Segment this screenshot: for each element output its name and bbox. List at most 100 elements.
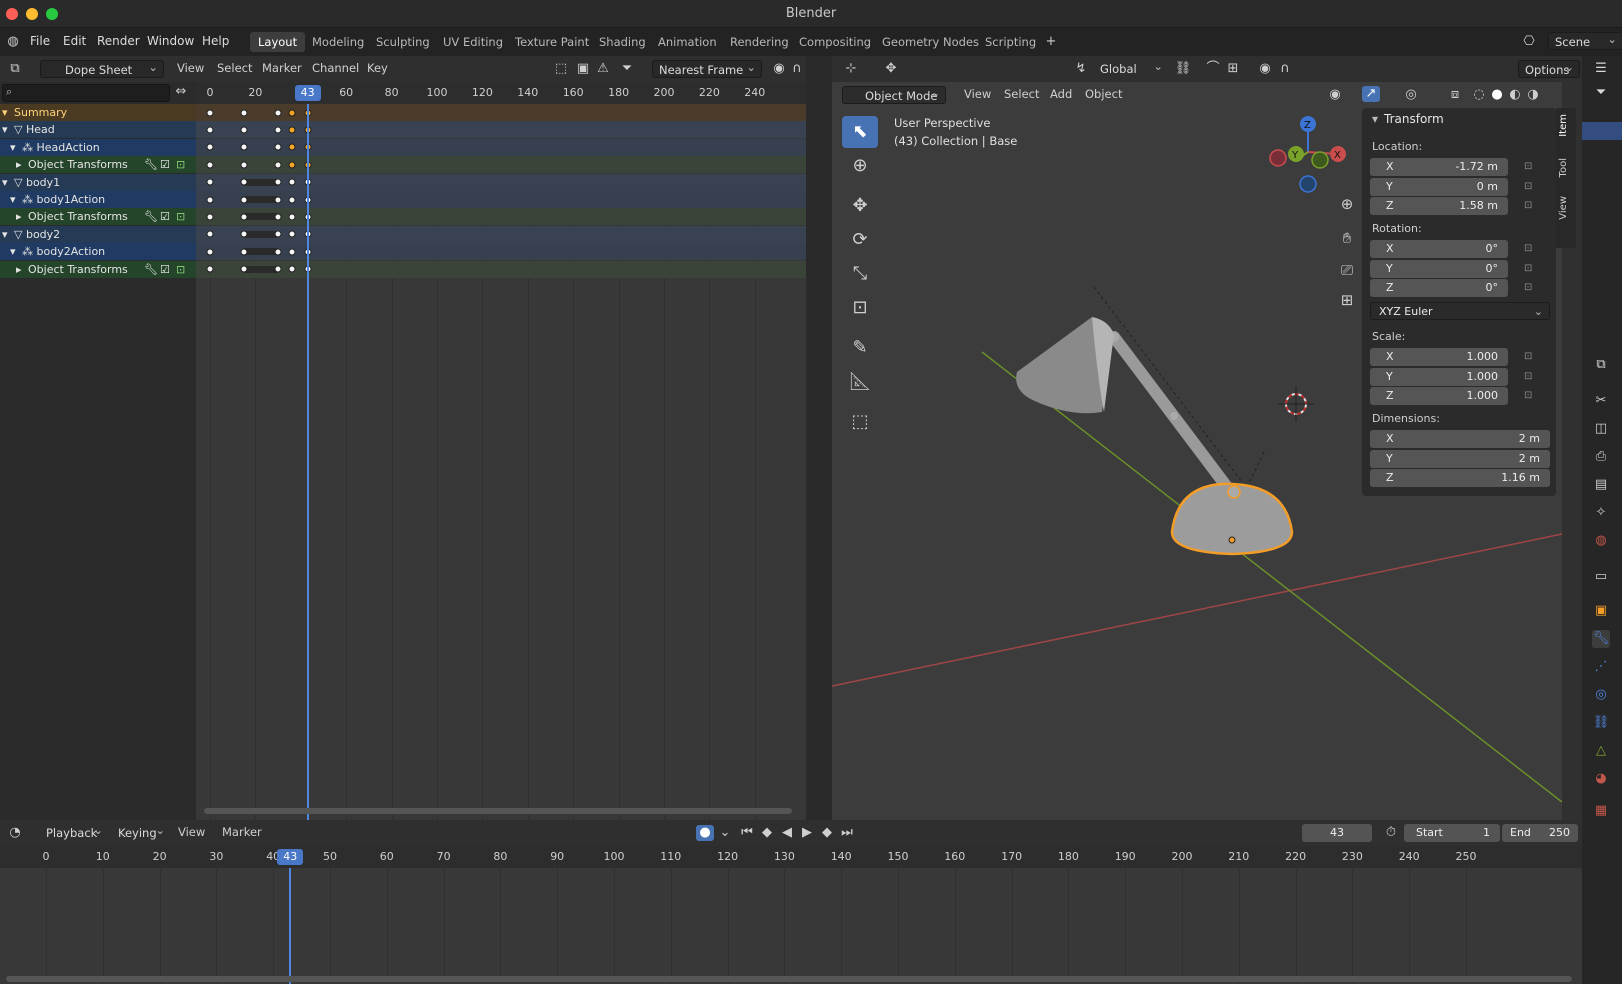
wrench-icon[interactable]: 🔧︎ xyxy=(144,261,158,278)
rotation-x-field[interactable]: X 0° xyxy=(1370,240,1508,258)
tab-layout[interactable]: Layout xyxy=(250,32,306,52)
keyframe[interactable] xyxy=(206,143,214,151)
solid-shading-icon[interactable]: ● xyxy=(1488,87,1506,103)
vp-menu-view[interactable]: View xyxy=(964,87,991,104)
current-frame-field[interactable]: 43 xyxy=(1302,824,1372,842)
tab-shading[interactable]: Shading xyxy=(591,32,654,52)
tab-view[interactable]: View xyxy=(1558,196,1574,220)
ds-menu-select[interactable]: Select xyxy=(217,61,252,78)
dopesheet-frame-ruler[interactable]: 0 20 60 80 100 120 140 160 180 200 220 240 xyxy=(196,82,806,104)
object-properties-icon[interactable]: ▣ xyxy=(1592,602,1610,620)
scale-y-field[interactable]: Y 1.000 xyxy=(1370,367,1508,386)
location-x-field[interactable]: X -1.72 m xyxy=(1370,158,1508,176)
keyframe[interactable] xyxy=(274,230,282,238)
lock-icon[interactable]: ⊡ xyxy=(1524,282,1538,294)
editor-type-icon[interactable]: ⊹ xyxy=(842,61,860,77)
material-icon[interactable]: ◕ xyxy=(1592,770,1610,788)
triangle-down-icon[interactable]: ▾ xyxy=(2,174,8,191)
keyframe[interactable] xyxy=(288,248,296,256)
keyframe[interactable] xyxy=(240,230,248,238)
play-icon[interactable]: ▶ xyxy=(798,825,816,841)
tab-animation[interactable]: Animation xyxy=(650,32,725,52)
outliner-icon[interactable]: ☰ xyxy=(1592,60,1610,78)
jump-start-icon[interactable]: ⏮ xyxy=(738,825,756,841)
vp-menu-add[interactable]: Add xyxy=(1050,87,1072,104)
timeline-frame-ruler[interactable]: 0 10 20 30 40 50 60 70 80 90 100 110 120 130 140 150 160… xyxy=(0,846,1582,868)
keyframe[interactable] xyxy=(206,126,214,134)
vp-menu-object[interactable]: Object xyxy=(1085,87,1122,104)
select-box-icon[interactable]: ⬚ xyxy=(552,61,570,77)
orientation-icon[interactable]: ↯ xyxy=(1072,61,1090,77)
wireframe-shading-icon[interactable]: ◌ xyxy=(1470,87,1488,103)
keyframe-row[interactable] xyxy=(196,121,806,139)
lock-icon[interactable]: ⊡ xyxy=(1524,351,1538,363)
render-properties-icon[interactable]: ◫ xyxy=(1592,420,1610,438)
lock-icon[interactable]: ⊡ xyxy=(1524,371,1538,383)
warning-icon[interactable]: ⚠ xyxy=(594,61,612,77)
keyframe[interactable] xyxy=(274,248,282,256)
view-layer-icon[interactable]: ▤ xyxy=(1592,476,1610,494)
dopesheet-keyframe-area[interactable]: 0 20 60 80 100 120 140 160 180 200 220 240 43 xyxy=(196,82,806,820)
timeline-horizontal-scrollbar[interactable] xyxy=(6,976,1572,982)
triangle-right-icon[interactable]: ▸ xyxy=(16,261,22,278)
tl-menu-marker[interactable]: Marker xyxy=(222,825,262,842)
scene-selector[interactable]: Scene xyxy=(1548,32,1622,50)
channel-group[interactable]: ▸ Object Transforms 🔧︎ ☑ ⊡ xyxy=(0,156,196,174)
vp-menu-select[interactable]: Select xyxy=(1004,87,1039,104)
menu-edit[interactable]: Edit xyxy=(63,34,86,48)
proportional-icon[interactable]: ◉ xyxy=(1256,61,1274,77)
playback-menu[interactable]: Playback xyxy=(40,823,108,842)
keyframe[interactable] xyxy=(240,126,248,134)
end-frame-field[interactable]: End 250 xyxy=(1502,824,1578,842)
keyframe[interactable] xyxy=(240,265,248,273)
scene-icon[interactable]: ⎔ xyxy=(1520,34,1538,50)
only-selected-icon[interactable]: ▣ xyxy=(574,61,592,77)
falloff-icon[interactable]: ∩ xyxy=(788,61,806,77)
tab-texture-paint[interactable]: Texture Paint xyxy=(507,32,597,52)
keyframe-row[interactable] xyxy=(196,156,806,174)
keyframe[interactable] xyxy=(288,213,296,221)
snap-target-icon[interactable]: ⊞ xyxy=(1224,61,1242,77)
rendered-shading-icon[interactable]: ◑ xyxy=(1524,87,1542,103)
dopesheet-current-frame[interactable]: 43 xyxy=(294,85,321,101)
triangle-right-icon[interactable]: ▸ xyxy=(16,156,22,173)
channel-object[interactable]: ▾ ▽ body1 xyxy=(0,173,196,191)
keyframe[interactable] xyxy=(206,109,214,116)
checkbox-icon[interactable]: ☑ xyxy=(160,156,170,173)
scale-z-field[interactable]: Z 1.000 xyxy=(1370,387,1508,405)
dimensions-y-field[interactable]: Y 2 m xyxy=(1370,449,1550,468)
rotation-mode-dropdown[interactable]: XYZ Euler ⌄ xyxy=(1370,302,1550,320)
next-keyframe-icon[interactable]: ◆ xyxy=(818,825,836,841)
dimensions-z-field[interactable]: Z 1.16 m xyxy=(1370,469,1550,487)
world-properties-icon[interactable]: ◍ xyxy=(1592,532,1610,550)
channel-group[interactable]: ▸ Object Transforms 🔧︎ ☑ ⊡ xyxy=(0,208,196,226)
editor-type-icon[interactable]: ◔ xyxy=(6,825,24,841)
menu-help[interactable]: Help xyxy=(202,34,229,48)
measure-tool-icon[interactable]: 📐︎ xyxy=(842,366,878,398)
blender-logo-icon[interactable]: ◍ xyxy=(4,34,22,50)
channel-action[interactable]: ▾ ⁂ HeadAction xyxy=(0,138,196,156)
keyframe-row[interactable] xyxy=(196,138,806,156)
scene-properties-icon[interactable]: ✧ xyxy=(1592,504,1610,522)
rotation-y-field[interactable]: Y 0° xyxy=(1370,259,1508,278)
triangle-down-icon[interactable]: ▾ xyxy=(10,191,16,208)
transform-tool-icon[interactable]: ⊡ xyxy=(842,292,878,324)
tool-properties-icon[interactable]: ✂ xyxy=(1592,392,1610,410)
keyframe[interactable] xyxy=(288,109,296,116)
tab-modeling[interactable]: Modeling xyxy=(304,32,372,52)
channel-action[interactable]: ▾ ⁂ body2Action xyxy=(0,243,196,261)
wrench-icon[interactable]: 🔧︎ xyxy=(144,156,158,173)
keyframe[interactable] xyxy=(288,178,296,186)
keyframe-row[interactable] xyxy=(196,191,806,208)
timeline-area[interactable]: 0 10 20 30 40 50 60 70 80 90 100 110 120 130 140 150 160… xyxy=(0,846,1582,984)
keyframe-row[interactable] xyxy=(196,260,806,278)
keyframe[interactable] xyxy=(240,178,248,186)
cursor-tool-icon[interactable]: ⊕ xyxy=(842,150,878,182)
lock-icon[interactable]: ⊡ xyxy=(1524,200,1538,212)
falloff-icon[interactable]: ∩ xyxy=(1276,61,1294,77)
prev-keyframe-icon[interactable]: ◆ xyxy=(758,825,776,841)
chevron-down-icon[interactable]: ⌄ xyxy=(716,825,734,841)
keyframe[interactable] xyxy=(240,161,248,169)
pan-hand-icon[interactable]: ✋︎ xyxy=(1338,230,1356,246)
texture-icon[interactable]: ▦ xyxy=(1592,802,1610,820)
